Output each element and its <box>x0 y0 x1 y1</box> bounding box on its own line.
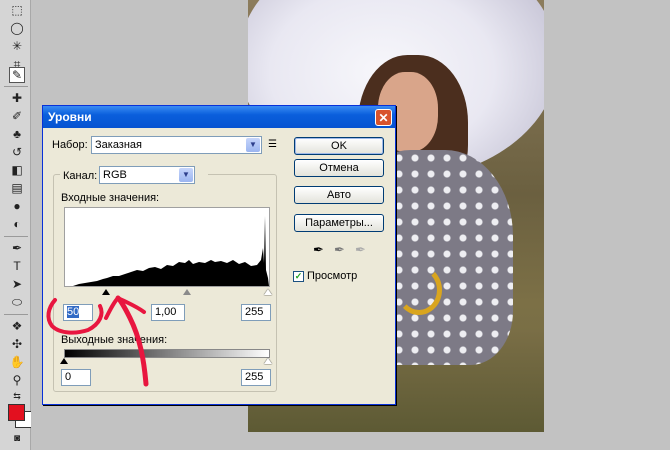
chevron-down-icon: ▼ <box>179 168 193 182</box>
history-brush-icon[interactable]: ↺ <box>9 144 25 160</box>
output-white-field[interactable]: 255 <box>241 369 271 386</box>
3d-rotate-icon[interactable]: ❖ <box>9 318 25 334</box>
tools-panel: ⬚ ◯ ✳ ⌗ ✎ ✚ ✐ ♣ ↺ ◧ ▤ ● ◐ ✒ T ➤ ⬭ ❖ ✣ ✋ … <box>0 0 32 450</box>
magic-wand-icon[interactable]: ✳ <box>9 38 25 54</box>
hand-icon[interactable]: ✋ <box>9 354 25 370</box>
channel-select[interactable]: RGB ▼ <box>99 166 195 184</box>
tool-divider <box>4 86 28 87</box>
path-select-icon[interactable]: ➤ <box>9 276 25 292</box>
brush-icon[interactable]: ✐ <box>9 108 25 124</box>
input-white-slider[interactable] <box>264 289 272 295</box>
dialog-title: Уровни <box>48 110 92 124</box>
zoom-icon[interactable]: ⚲ <box>9 372 25 388</box>
close-button[interactable]: ✕ <box>375 109 392 126</box>
foreground-color-swatch[interactable] <box>8 404 25 421</box>
output-white-slider[interactable] <box>264 358 272 364</box>
output-black-field[interactable]: 0 <box>61 369 91 386</box>
channel-value: RGB <box>103 169 127 181</box>
output-black-slider[interactable] <box>60 358 68 364</box>
gray-eyedropper-icon[interactable]: ✒ <box>334 242 345 258</box>
preset-select[interactable]: Заказная ▼ <box>91 136 262 154</box>
eyedropper-icon[interactable]: ✎ <box>9 67 25 83</box>
input-gamma-field[interactable]: 1,00 <box>151 304 185 321</box>
blur-icon[interactable]: ● <box>9 198 25 214</box>
eraser-icon[interactable]: ◧ <box>9 162 25 178</box>
input-white-field[interactable]: 255 <box>241 304 271 321</box>
input-black-field[interactable]: 50 <box>63 304 93 321</box>
3d-orbit-icon[interactable]: ✣ <box>9 336 25 352</box>
swap-colors-icon[interactable]: ⇆ <box>9 388 25 404</box>
quick-mask-icon[interactable]: ◙ <box>9 430 25 446</box>
output-levels-label: Выходные значения: <box>61 334 168 346</box>
input-gamma-slider[interactable] <box>183 289 191 295</box>
input-black-slider[interactable] <box>102 289 110 295</box>
tool-divider <box>4 314 28 315</box>
input-levels-label: Входные значения: <box>61 192 160 204</box>
preset-value: Заказная <box>95 139 143 151</box>
histogram <box>64 207 270 287</box>
healing-brush-icon[interactable]: ✚ <box>9 90 25 106</box>
umbrella-handle <box>396 265 442 315</box>
levels-dialog: Уровни ✕ Набор: Заказная ▼ ☰ Канал: RGB … <box>42 105 396 405</box>
channel-label: Канал: <box>63 170 98 182</box>
options-button[interactable]: Параметры... <box>294 214 384 232</box>
ok-button[interactable]: OK <box>294 137 384 155</box>
shape-icon[interactable]: ⬭ <box>9 294 25 310</box>
white-eyedropper-icon[interactable]: ✒ <box>355 242 366 258</box>
gradient-icon[interactable]: ▤ <box>9 180 25 196</box>
black-eyedropper-icon[interactable]: ✒ <box>313 242 324 258</box>
stamp-icon[interactable]: ♣ <box>9 126 25 142</box>
preset-label: Набор: <box>52 139 88 151</box>
cancel-button[interactable]: Отмена <box>294 159 384 177</box>
preview-checkbox[interactable]: ✓ <box>293 271 304 282</box>
marquee-icon[interactable]: ⬚ <box>9 2 25 18</box>
dodge-icon[interactable]: ◐ <box>9 216 25 232</box>
preview-label: Просмотр <box>307 270 358 282</box>
tool-divider <box>4 236 28 237</box>
auto-button[interactable]: Авто <box>294 186 384 204</box>
dialog-titlebar[interactable]: Уровни <box>43 106 395 128</box>
histogram-graph <box>65 216 269 286</box>
lasso-icon[interactable]: ◯ <box>9 20 25 36</box>
type-icon[interactable]: T <box>9 258 25 274</box>
output-gradient <box>64 349 270 358</box>
pen-icon[interactable]: ✒ <box>9 240 25 256</box>
chevron-down-icon: ▼ <box>246 138 260 152</box>
preset-options-icon[interactable]: ☰ <box>268 139 277 150</box>
